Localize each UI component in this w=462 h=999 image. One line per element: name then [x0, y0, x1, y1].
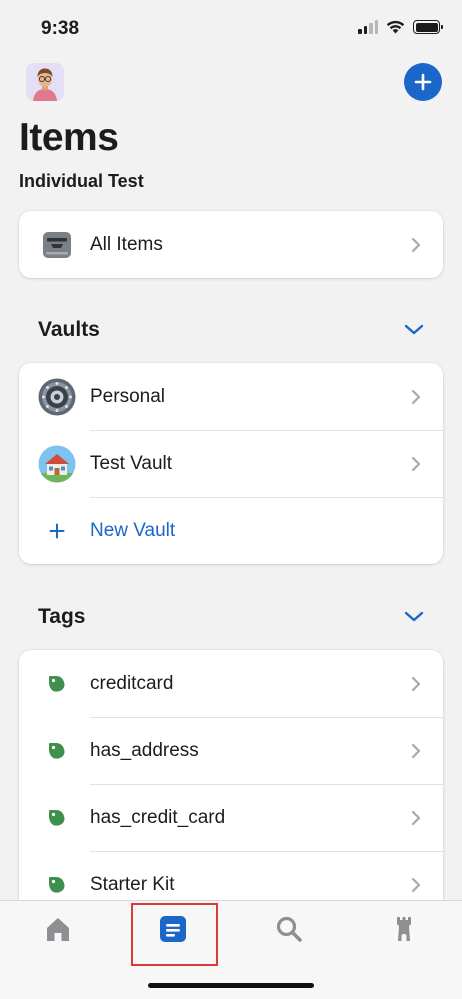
account-name: Individual Test	[19, 171, 144, 191]
tag-row[interactable]: has_credit_card	[19, 784, 443, 851]
vaults-collapse-chevron-icon[interactable]	[403, 322, 425, 336]
chevron-right-icon	[411, 743, 421, 758]
all-items-card: All Items	[19, 211, 443, 278]
vault-label: Test Vault	[90, 452, 173, 474]
tab-home[interactable]	[38, 909, 78, 949]
vault-label: Personal	[90, 385, 165, 407]
tag-row[interactable]: has_address	[19, 717, 443, 784]
page-title: Items	[19, 116, 119, 159]
battery-icon	[413, 20, 443, 34]
tags-collapse-chevron-icon[interactable]	[403, 609, 425, 623]
personal-vault-icon	[38, 378, 76, 416]
new-vault-label: New Vault	[90, 519, 176, 541]
vault-row-personal[interactable]: Personal	[19, 363, 443, 430]
vault-row-test-vault[interactable]: Test Vault	[19, 430, 443, 497]
house-vault-icon	[38, 445, 76, 483]
plus-icon	[38, 512, 76, 550]
chevron-right-icon	[411, 237, 421, 252]
selection-highlight	[131, 903, 218, 966]
all-items-row[interactable]: All Items	[19, 211, 443, 278]
chevron-right-icon	[411, 676, 421, 691]
status-time: 9:38	[41, 18, 80, 39]
tag-label: Starter Kit	[90, 873, 175, 895]
account-avatar[interactable]	[26, 63, 64, 101]
tab-watchtower[interactable]	[384, 909, 424, 949]
tag-icon	[38, 866, 76, 904]
new-vault-row[interactable]: New Vault	[19, 497, 443, 564]
chevron-right-icon	[411, 810, 421, 825]
plus-icon	[414, 73, 432, 91]
status-icons	[358, 20, 443, 34]
vaults-section-title: Vaults	[38, 318, 100, 341]
chevron-right-icon	[411, 877, 421, 892]
chevron-right-icon	[411, 456, 421, 471]
watchtower-icon	[397, 917, 411, 941]
tag-icon	[38, 665, 76, 703]
tags-card: creditcard has_address has_credit_card S…	[19, 650, 443, 910]
cellular-signal-icon	[358, 20, 378, 34]
vaults-card: Personal Test Vault New Vault	[19, 363, 443, 564]
status-bar: 9:38	[0, 0, 462, 56]
tags-section-title: Tags	[38, 605, 86, 628]
all-items-icon	[38, 226, 76, 264]
tab-search[interactable]	[269, 909, 309, 949]
all-items-label: All Items	[90, 233, 163, 255]
home-indicator[interactable]	[148, 983, 314, 988]
add-item-button[interactable]	[404, 63, 442, 101]
person-avatar-icon	[26, 63, 64, 101]
tag-label: has_credit_card	[90, 806, 226, 828]
wifi-icon	[386, 20, 405, 34]
tag-icon	[38, 732, 76, 770]
home-icon	[47, 918, 69, 941]
tag-label: creditcard	[90, 672, 174, 694]
tag-label: has_address	[90, 739, 199, 761]
tag-row[interactable]: creditcard	[19, 650, 443, 717]
search-icon	[276, 916, 302, 942]
tag-icon	[38, 799, 76, 837]
chevron-right-icon	[411, 389, 421, 404]
